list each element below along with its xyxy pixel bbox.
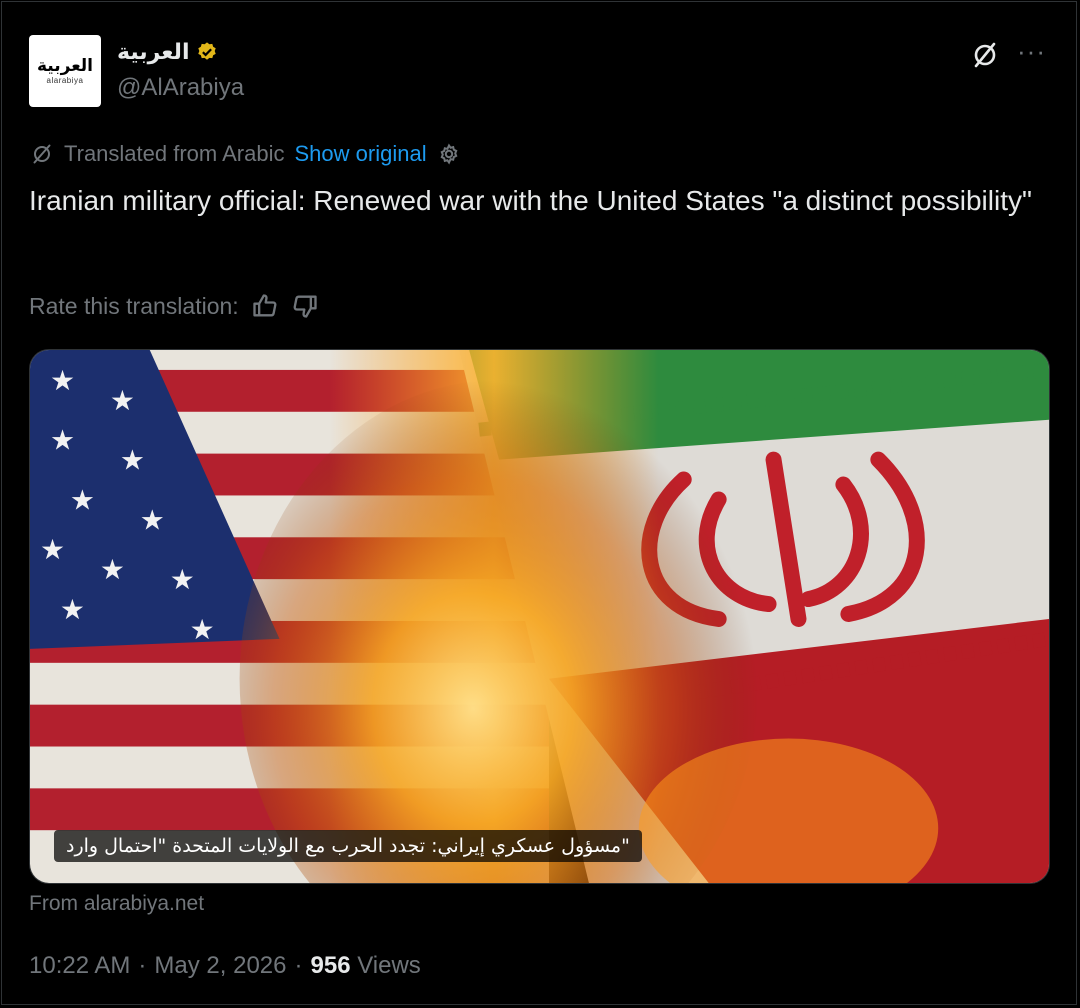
avatar[interactable]: العربية alarabiya [29,35,101,107]
translate-icon [33,144,51,164]
grok-icon[interactable] [970,40,1000,70]
more-icon[interactable]: ··· [1017,38,1049,66]
meta-separator: · [138,952,147,979]
svg-text:★: ★ [140,504,165,535]
post-date[interactable]: May 2, 2026 [154,952,286,980]
svg-text:★: ★ [190,614,215,645]
author-handle[interactable]: @AlArabiya [117,74,244,102]
gear-icon[interactable] [437,142,461,166]
post-card: العربية alarabiya العربية @AlArabiya ···… [1,1,1077,1005]
svg-text:★: ★ [50,365,75,396]
meta-separator: · [294,952,303,979]
post-text: Iranian military official: Renewed war w… [29,185,1032,216]
display-name[interactable]: العربية [117,40,190,65]
thumbs-down-icon[interactable] [291,292,319,320]
svg-text:★: ★ [40,534,65,565]
views-count: 956 [310,952,351,979]
post-time[interactable]: 10:22 AM [29,952,130,980]
translated-from-note: Translated from Arabic [64,141,285,166]
post-metadata: 10:22 AM · May 2, 2026 · 956 Views [29,952,421,980]
verified-badge-icon [197,42,216,60]
flags-image: ★ ★ ★ ★ ★ ★ ★ ★ ★ ★ ★ [30,350,1049,883]
rate-translation-row: Rate this translation: [29,290,319,322]
image-caption: "مسؤول عسكري إيراني: تجدد الحرب مع الولا… [54,830,642,862]
thumbs-up-icon[interactable] [251,292,279,320]
svg-text:★: ★ [70,484,95,515]
show-original-link[interactable]: Show original [295,141,427,167]
author-name-row[interactable]: العربية [117,36,218,68]
avatar-logo-text: العربية [36,56,93,76]
svg-text:★: ★ [60,594,85,625]
svg-text:★: ★ [100,554,125,585]
svg-text:★: ★ [110,385,135,416]
svg-text:★: ★ [120,445,145,476]
svg-text:★: ★ [50,425,75,456]
translation-row: Translated from Arabic Show original [30,140,461,168]
svg-text:★: ★ [170,564,195,595]
link-source[interactable]: From alarabiya.net [29,892,204,916]
views-label: Views [357,952,421,979]
post-image[interactable]: ★ ★ ★ ★ ★ ★ ★ ★ ★ ★ ★ "مسؤول عسكري إيران… [29,349,1050,884]
rate-translation-label: Rate this translation: [29,292,239,319]
avatar-logo-subtext: alarabiya [46,76,84,85]
